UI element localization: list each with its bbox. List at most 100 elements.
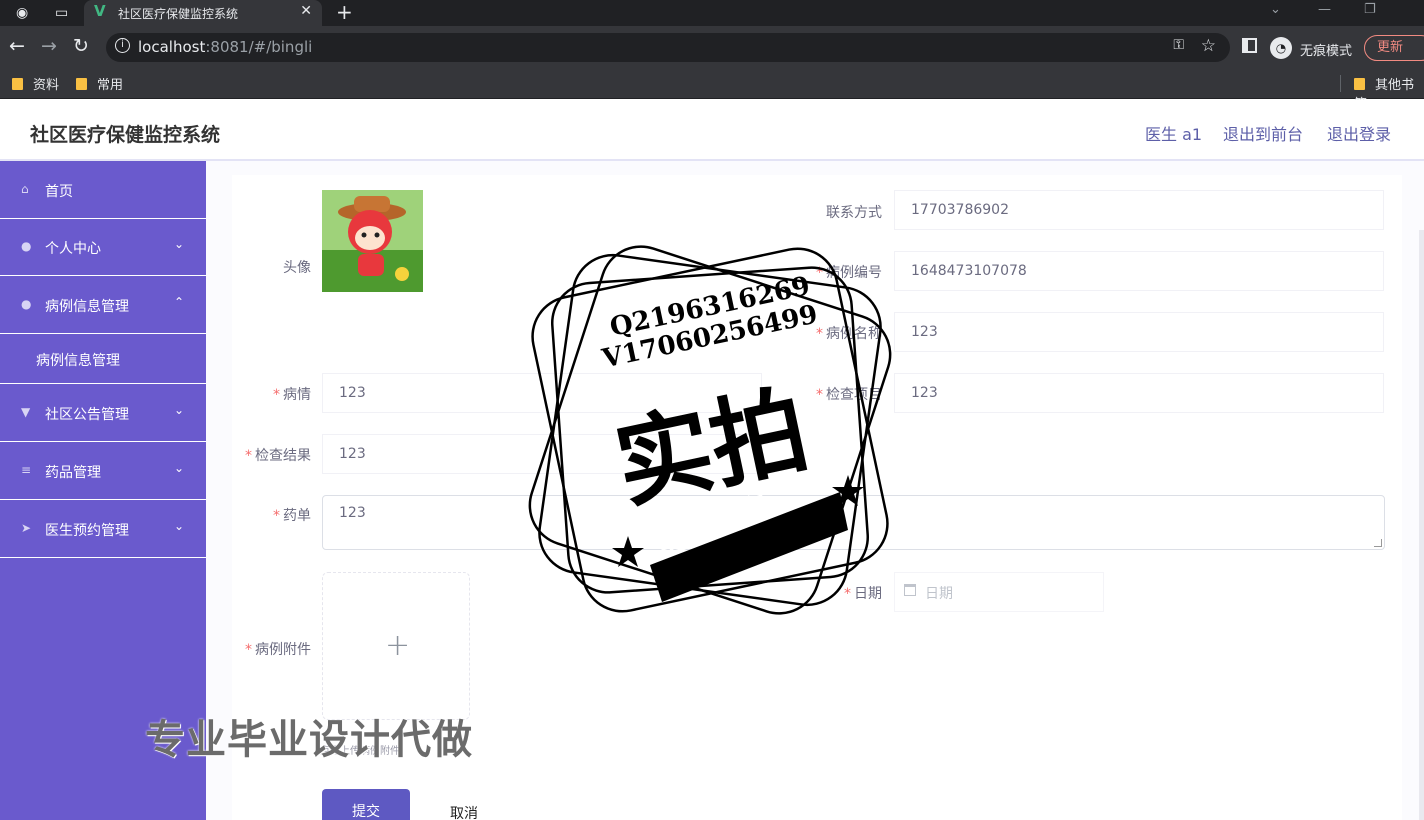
cancel-button[interactable]: 取消: [450, 803, 478, 820]
prescription-label: * 药单: [191, 505, 311, 525]
tab-search-icon[interactable]: ⌄: [1270, 2, 1281, 17]
prescription-label-text: 药单: [283, 508, 311, 524]
caption-overlay: 专业毕业设计代做: [145, 717, 473, 763]
key-icon[interactable]: ⚿: [1173, 37, 1184, 53]
browser-tab-active[interactable]: V 社区医疗保健监控系统 ✕: [84, 0, 322, 26]
contact-value: 17703786902: [911, 202, 1009, 218]
condition-value: 123: [339, 385, 366, 401]
side-panel-icon[interactable]: [1242, 38, 1257, 53]
submit-button[interactable]: 提交: [322, 789, 410, 820]
app-header: 社区医疗保健监控系统 医生 a1 退出到前台 退出登录: [0, 100, 1424, 161]
case-name-field[interactable]: 123: [894, 312, 1384, 352]
contact-label-text: 联系方式: [826, 205, 882, 221]
sidebar-item-appointments[interactable]: ➤ 医生预约管理 ⌄: [0, 500, 206, 558]
sidebar-item-label: 药品管理: [45, 465, 101, 481]
update-button[interactable]: 更新: [1364, 35, 1424, 61]
case-no-value: 1648473107078: [911, 263, 1027, 279]
incognito-icon[interactable]: ◔: [1270, 37, 1292, 59]
url-path: :8081/#/bingli: [205, 38, 313, 56]
exam-item-field[interactable]: 123: [894, 373, 1384, 413]
date-placeholder: 日期: [925, 586, 953, 602]
resize-handle-icon[interactable]: [1374, 539, 1382, 547]
exit-to-frontend-link[interactable]: 退出到前台: [1223, 121, 1303, 145]
new-tab-icon[interactable]: +: [336, 0, 353, 24]
browser-tab-bar: ◉ ▭ V 社区医疗保健监控系统 ✕ + ⌄ — ❐: [0, 0, 1424, 26]
folder-icon: [12, 78, 23, 90]
condition-label-text: 病情: [283, 387, 311, 403]
tab-icon[interactable]: ▭: [55, 0, 68, 26]
attachment-label-text: 病例附件: [255, 642, 311, 658]
home-icon: ⌂: [21, 182, 29, 196]
bookmark-label: 资料: [33, 78, 60, 93]
user-icon: ●: [21, 297, 32, 311]
folder-icon: [76, 78, 87, 90]
sidebar-item-announcements[interactable]: ▼ 社区公告管理 ⌄: [0, 384, 206, 442]
exam-result-label-text: 检查结果: [255, 448, 311, 464]
avatar-label: 头像: [191, 257, 311, 277]
sidebar-item-personal-center[interactable]: ● 个人中心 ⌄: [0, 218, 206, 276]
url-input[interactable]: i localhost:8081/#/bingli ⚿ ☆: [106, 33, 1230, 62]
incognito-label: 无痕模式: [1300, 44, 1353, 59]
chevron-up-icon: ⌃: [174, 295, 185, 309]
sidebar-item-medicine[interactable]: ≡ 药品管理 ⌄: [0, 442, 206, 500]
minimize-icon[interactable]: —: [1318, 2, 1331, 17]
pin-icon: ▼: [21, 405, 31, 419]
globe-icon[interactable]: ◉: [16, 0, 28, 26]
watermark-stamp: Q2196316269 V17060256499 实拍 全微程序: [500, 230, 920, 630]
url-host: localhost: [138, 38, 206, 56]
exam-result-label: * 检查结果: [191, 445, 311, 465]
case-no-field[interactable]: 1648473107078: [894, 251, 1384, 291]
attachment-uploader[interactable]: +: [322, 572, 470, 720]
restore-icon[interactable]: ❐: [1364, 2, 1376, 17]
sidebar-item-label: 社区公告管理: [45, 407, 129, 423]
forward-icon[interactable]: →: [41, 35, 57, 57]
url-text: localhost:8081/#/bingli: [138, 38, 312, 56]
contact-field[interactable]: 17703786902: [894, 190, 1384, 230]
required-mark: *: [273, 387, 280, 403]
plus-icon: +: [385, 628, 411, 663]
app-title: 社区医疗保健监控系统: [30, 124, 221, 146]
required-mark: *: [245, 448, 252, 464]
sidebar-item-case-management[interactable]: ● 病例信息管理 ⌃: [0, 276, 206, 334]
page-scrollbar[interactable]: [1419, 230, 1424, 820]
condition-label: * 病情: [191, 384, 311, 404]
required-mark: *: [273, 508, 280, 524]
close-tab-icon[interactable]: ✕: [300, 3, 312, 19]
bookmark-folder-ziliao[interactable]: 资料: [12, 74, 59, 93]
contact-label: 联系方式: [762, 202, 882, 222]
reload-icon[interactable]: ↻: [73, 35, 89, 57]
bookmark-label: 常用: [97, 78, 124, 93]
exam-result-value: 123: [339, 446, 366, 462]
user-label[interactable]: 医生 a1: [1145, 121, 1202, 145]
chevron-down-icon: ⌄: [174, 403, 185, 417]
avatar-image[interactable]: [322, 190, 423, 292]
sliders-icon: ≡: [21, 463, 32, 477]
user-icon: ●: [21, 239, 32, 253]
star-icon[interactable]: ☆: [1201, 36, 1216, 56]
address-bar: ← → ↻ i localhost:8081/#/bingli ⚿ ☆ ◔ 无痕…: [0, 26, 1424, 69]
bookmarks-bar: 资料 常用 其他书签: [0, 69, 1424, 112]
info-icon[interactable]: i: [115, 38, 130, 53]
required-mark: *: [245, 642, 252, 658]
avatar-label-text: 头像: [283, 260, 311, 276]
chevron-down-icon: ⌄: [174, 519, 185, 533]
bookmarks-divider: [1340, 75, 1341, 92]
back-icon[interactable]: ←: [9, 35, 25, 57]
sidebar-item-label: 医生预约管理: [45, 523, 129, 539]
send-icon: ➤: [21, 521, 32, 535]
sidebar-subitem-label: 病例信息管理: [36, 353, 120, 369]
chevron-down-icon: ⌄: [174, 461, 185, 475]
logout-link[interactable]: 退出登录: [1327, 121, 1391, 145]
prescription-value: 123: [339, 505, 366, 521]
folder-icon: [1354, 78, 1365, 90]
attachment-label: * 病例附件: [191, 639, 311, 659]
vue-logo-icon: V: [94, 2, 106, 20]
chevron-down-icon: ⌄: [174, 237, 185, 251]
sidebar-item-label: 个人中心: [45, 241, 101, 257]
sidebar-item-label: 病例信息管理: [45, 299, 129, 315]
avatar-illustration: [322, 190, 423, 292]
sidebar-item-label: 首页: [45, 184, 73, 200]
sidebar-item-home[interactable]: ⌂ 首页: [0, 161, 206, 219]
sidebar-subitem-case-management[interactable]: 病例信息管理: [0, 334, 206, 384]
bookmark-folder-changyong[interactable]: 常用: [76, 74, 123, 93]
